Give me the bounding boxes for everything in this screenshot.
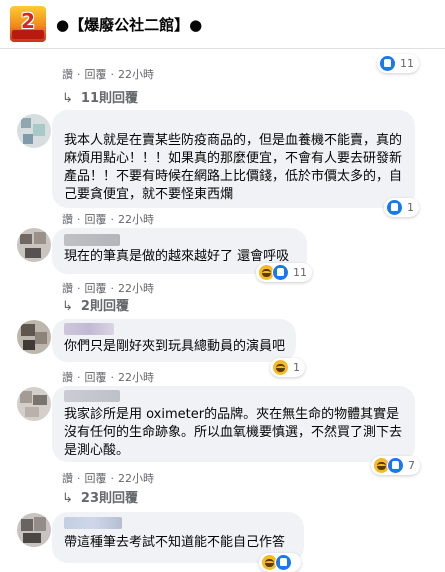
author-name-blurred[interactable] [64, 517, 122, 529]
avatar[interactable] [17, 513, 51, 547]
logo-band [12, 30, 44, 39]
like-reaction-icon [387, 457, 404, 474]
view-replies-link[interactable]: ↳ 2則回覆 [62, 295, 129, 314]
group-header: 2 ●【爆廢公社二館】● [0, 0, 445, 49]
view-replies-label: 23則回覆 [80, 491, 138, 506]
like-link[interactable]: 讚 [62, 68, 73, 81]
haha-reaction-icon [272, 359, 289, 376]
like-link[interactable]: 讚 [62, 282, 73, 295]
like-reaction-icon [272, 264, 289, 281]
like-reaction-icon [386, 199, 403, 216]
view-replies-label: 2則回覆 [80, 299, 129, 314]
timestamp[interactable]: 22小時 [118, 213, 154, 226]
view-replies-link[interactable]: ↳ 11則回覆 [62, 87, 138, 106]
reaction-summary[interactable]: 1 [384, 198, 419, 217]
like-link[interactable]: 讚 [62, 472, 73, 485]
comment-text: 我家診所是用 oximeter的品牌。夾在無生命的物體其實是沒有任何的生命跡象。… [64, 407, 403, 458]
timestamp[interactable]: 22小時 [118, 371, 154, 384]
reply-link[interactable]: 回覆 [85, 282, 107, 295]
author-name-blurred[interactable] [64, 234, 120, 246]
group-title[interactable]: ●【爆廢公社二館】● [56, 14, 202, 35]
timestamp[interactable]: 22小時 [118, 282, 154, 295]
like-link[interactable]: 讚 [62, 213, 73, 226]
author-name-blurred[interactable] [64, 323, 114, 335]
comment-actions: 讚 · 回覆 · 22小時 [62, 282, 154, 295]
reply-link[interactable]: 回覆 [85, 213, 107, 226]
comment-actions: 讚 · 回覆 · 22小時 [62, 472, 154, 485]
reply-arrow-icon: ↳ [62, 91, 73, 106]
reaction-summary[interactable]: 1 [270, 358, 305, 377]
reaction-count: 1 [407, 201, 414, 214]
like-link[interactable]: 讚 [62, 371, 73, 384]
reply-arrow-icon: ↳ [62, 299, 73, 314]
avatar[interactable] [17, 114, 51, 148]
comment-actions: 讚 · 回覆 · 22小時 [62, 213, 154, 226]
comment-text: 你們只是剛好夾到玩具總動員的演員吧 [64, 339, 286, 354]
reaction-summary[interactable]: 11 [256, 263, 312, 282]
reaction-summary[interactable]: 11 [377, 54, 419, 73]
comment-bubble: 我本人就是在賣某些防疫商品的，但是血養機不能賣，真的麻煩用點心！！！如果真的那麼… [52, 110, 415, 208]
reply-link[interactable]: 回覆 [85, 68, 107, 81]
reaction-count: 11 [400, 57, 414, 70]
timestamp[interactable]: 22小時 [118, 68, 154, 81]
group-logo[interactable]: 2 [10, 6, 46, 42]
reaction-summary[interactable]: 7 [371, 456, 420, 475]
timestamp[interactable]: 22小時 [118, 472, 154, 485]
view-replies-link[interactable]: ↳ 23則回覆 [62, 487, 138, 506]
comment-text: 帶這種筆去考試不知道能不能自己作答 [64, 535, 286, 550]
comment-actions: 讚 · 回覆 · 22小時 [62, 68, 154, 81]
reaction-count: 1 [293, 361, 300, 374]
author-name-blurred[interactable] [64, 390, 120, 402]
avatar[interactable] [17, 387, 51, 421]
avatar[interactable] [17, 320, 51, 354]
comment-bubble: 我家診所是用 oximeter的品牌。夾在無生命的物體其實是沒有任何的生命跡象。… [52, 386, 415, 462]
reply-link[interactable]: 回覆 [85, 371, 107, 384]
reaction-count: 7 [408, 459, 415, 472]
like-reaction-icon [379, 55, 396, 72]
comment-bubble: 你們只是剛好夾到玩具總動員的演員吧 [52, 319, 296, 362]
reaction-count: 11 [293, 266, 307, 279]
comment-actions: 讚 · 回覆 · 22小時 [62, 371, 154, 384]
reply-arrow-icon: ↳ [62, 491, 73, 506]
reply-link[interactable]: 回覆 [85, 472, 107, 485]
comment-text: 我本人就是在賣某些防疫商品的，但是血養機不能賣，真的麻煩用點心！！！如果真的那麼… [64, 133, 403, 202]
avatar[interactable] [17, 228, 51, 262]
view-replies-label: 11則回覆 [80, 91, 138, 106]
